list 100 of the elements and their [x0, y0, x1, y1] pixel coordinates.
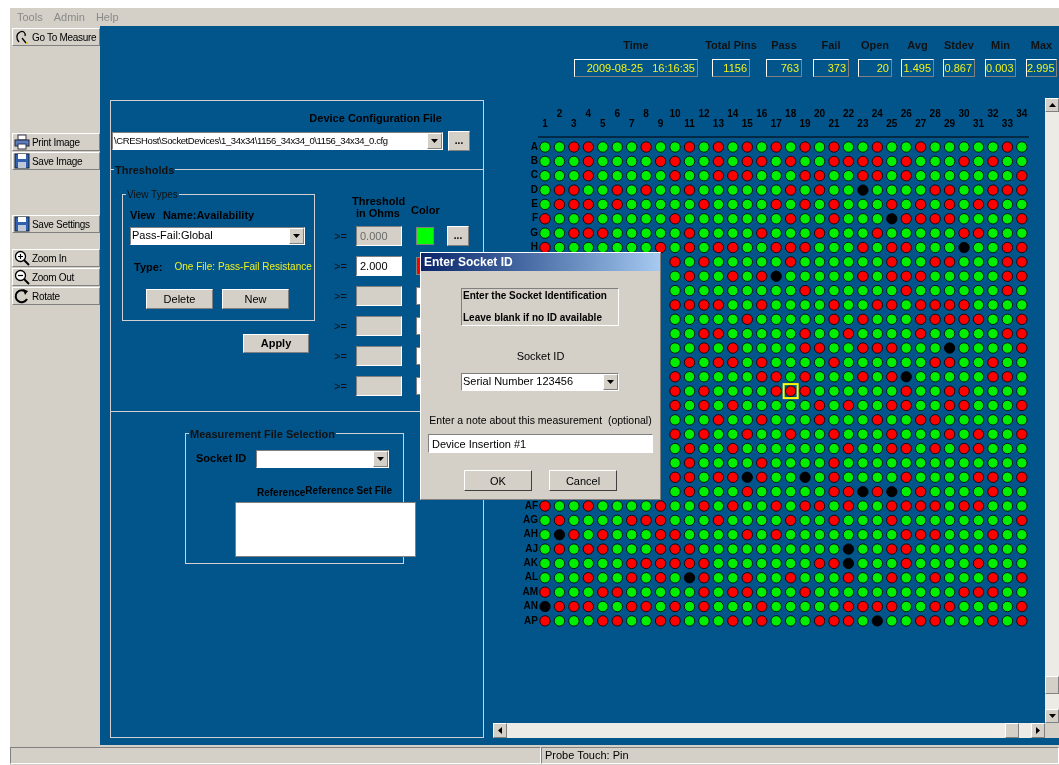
dialog-button[interactable]: Cancel — [549, 470, 617, 492]
up-arrow-icon — [1048, 103, 1056, 107]
row-label: B — [530, 155, 538, 166]
stat-label: Max — [1030, 39, 1053, 51]
stat-value: 2009-08-25 16:16:35 — [574, 59, 698, 77]
zoom-out-icon — [14, 269, 30, 285]
row-label: AK — [523, 557, 538, 569]
column-label: 12 — [698, 107, 710, 119]
field-label: Reference — [257, 487, 306, 500]
browse-button[interactable]: ... — [448, 131, 470, 151]
scrollbar-thumb[interactable] — [1045, 676, 1059, 694]
column-label: 26 — [900, 107, 912, 119]
row-label: AJ — [525, 542, 538, 554]
row-label: C — [530, 169, 538, 181]
field-label: Socket ID — [516, 349, 565, 364]
stat-value: 0.003 — [985, 59, 1016, 77]
path-dropdown[interactable]: \CRESHost\SocketDevices\1_34x34\1156_34x34_0\1156_34x34_0.cfg — [112, 132, 443, 150]
toolbar-button[interactable]: Save Settings — [12, 215, 100, 233]
stat-value: 0.867 — [943, 59, 975, 77]
toolbar-button[interactable]: Save Image — [12, 152, 100, 170]
stat-label: Min — [991, 39, 1010, 51]
column-label: 9 — [657, 117, 664, 129]
column-label: 22 — [842, 107, 854, 119]
column-label: 33 — [1001, 117, 1013, 129]
stat-label: Avg — [907, 39, 928, 51]
column-label: 32 — [987, 107, 999, 119]
printer-icon — [14, 134, 30, 150]
stat-label: Total Pins — [705, 39, 757, 51]
row-label: D — [530, 183, 538, 195]
column-label: 2 — [556, 107, 563, 119]
instruction-text: Leave blank if no ID available — [463, 312, 603, 324]
socket-dropdown[interactable]: Serial Number 123456 — [461, 372, 619, 391]
row-label: AF — [524, 499, 538, 511]
column-label: 27 — [915, 117, 927, 129]
action-button[interactable]: Delete — [146, 289, 213, 309]
reference-list[interactable] — [235, 502, 416, 557]
column-label: 10 — [669, 107, 681, 119]
caret-icon — [293, 233, 300, 238]
row-label: G — [530, 226, 538, 238]
column-label: 14 — [727, 107, 739, 119]
column-label: 30 — [958, 107, 970, 119]
right-arrow-icon — [1036, 727, 1040, 734]
row-label: AP — [524, 614, 538, 626]
stat-value: 1.495 — [901, 59, 934, 77]
socket-dropdown[interactable] — [256, 450, 389, 468]
dialog-title-bar: Enter Socket ID — [421, 253, 660, 271]
stat-label: Time — [623, 39, 649, 51]
scroll-right-button[interactable] — [1031, 723, 1045, 738]
column-label: 29 — [944, 117, 956, 129]
scroll-up-button[interactable] — [1045, 98, 1059, 112]
stat-label: Open — [860, 39, 890, 51]
row-label: AN — [523, 600, 538, 612]
view-dropdown[interactable]: Pass-Fail:Global — [130, 226, 305, 245]
stat-value: 1156 — [712, 59, 750, 77]
column-label: 23 — [857, 117, 869, 129]
field-label: Name:Availability — [162, 208, 255, 223]
column-label: 17 — [770, 117, 782, 129]
field-label: Type: — [134, 259, 163, 275]
column-label: 1 — [542, 117, 548, 129]
scroll-left-button[interactable] — [493, 723, 507, 738]
field-label: View — [130, 208, 155, 223]
operator-label: >= — [334, 348, 348, 364]
column-label: 4 — [585, 107, 592, 119]
instruction-text: Enter the Socket Identification — [463, 290, 608, 302]
zoom-in-icon — [14, 250, 30, 266]
apply-button[interactable]: Apply — [243, 334, 309, 353]
note-field[interactable]: Device Insertion #1 — [428, 434, 653, 454]
toolbar-button[interactable]: Zoom In — [12, 249, 100, 267]
scrollbar-thumb[interactable] — [1005, 723, 1019, 738]
row-label: AL — [524, 571, 538, 583]
caret-icon — [377, 457, 384, 461]
toolbar-button[interactable]: Go To Measure — [12, 28, 100, 46]
row-label: AH — [523, 528, 538, 540]
threshold-field[interactable]: 2.000 — [356, 256, 402, 276]
column-heading: Threshold in Ohms — [352, 195, 404, 219]
stat-value: 20 — [858, 59, 892, 77]
column-label: 3 — [571, 117, 577, 129]
dialog-button[interactable]: OK — [464, 470, 532, 492]
caret-icon — [431, 139, 438, 143]
row-label: H — [530, 241, 538, 253]
field-label: Reference Set File — [305, 484, 393, 498]
group-title: View Types — [126, 187, 179, 202]
operator-label: >= — [334, 228, 348, 244]
action-button[interactable]: New — [222, 289, 289, 309]
row-label: E — [531, 198, 538, 210]
row-label: AG — [523, 514, 538, 525]
toolbar-button[interactable]: Rotate — [12, 287, 100, 305]
toolbar-button[interactable]: Print Image — [12, 133, 100, 151]
column-label: 25 — [886, 117, 898, 129]
stat-label: Fail — [821, 39, 841, 51]
caret-icon — [607, 379, 614, 384]
stat-label: Stdev — [944, 39, 974, 51]
column-label: 7 — [628, 117, 635, 129]
rotate-icon — [14, 288, 30, 304]
toolbar-button[interactable]: Zoom Out — [12, 268, 100, 286]
scroll-down-button[interactable] — [1045, 709, 1059, 723]
left-arrow-icon — [498, 727, 502, 734]
horizontal-scrollbar[interactable] — [493, 723, 1045, 738]
row-label: F — [531, 212, 538, 224]
vertical-scrollbar[interactable] — [1045, 98, 1059, 723]
